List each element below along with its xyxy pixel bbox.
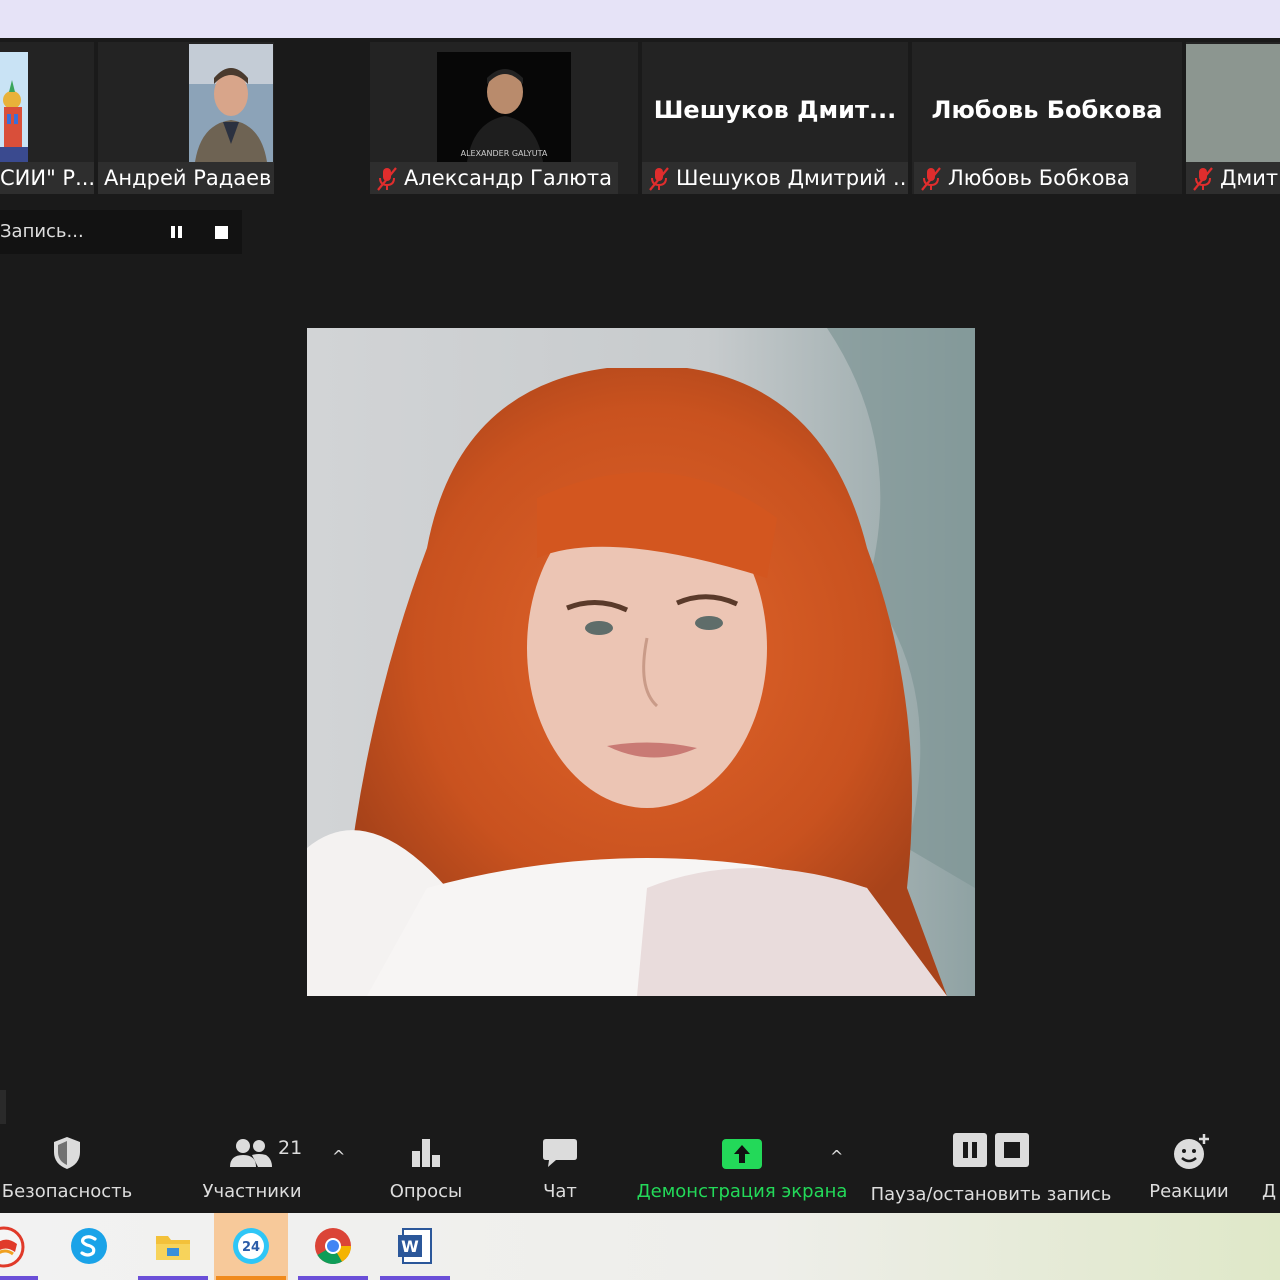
participant-video-dmitry [1186, 44, 1280, 162]
stop-recording-icon [995, 1133, 1029, 1167]
participant-name: Андрей Радаев [98, 162, 274, 194]
participant-tile-6[interactable]: Дмитр [1186, 42, 1280, 194]
bitrix-badge: 24 [242, 1240, 260, 1255]
participant-tile-1[interactable]: СИИ" Р... [0, 42, 94, 194]
pause-stop-recording-label: Пауза/остановить запись [870, 1184, 1112, 1205]
chat-icon [543, 1139, 577, 1167]
yandex-browser-icon [0, 1226, 25, 1268]
pause-recording-icon [953, 1133, 987, 1167]
participant-photo-alexander: ALEXANDER GALYUTA [437, 52, 571, 162]
muted-mic-icon [377, 167, 397, 191]
participant-big-name: Шешуков Дмит... [653, 96, 897, 124]
taskbar-indicator [138, 1276, 208, 1280]
participant-name: Александр Галюта [404, 166, 612, 190]
participant-name: СИИ" Р... [0, 162, 94, 194]
polls-icon [412, 1139, 440, 1167]
meeting-toolbar: Безопасность 21 Участники ^ Опросы Чат Д… [0, 1125, 1280, 1213]
taskbar-bitrix24[interactable]: 24 [214, 1213, 288, 1280]
participant-big-name: Любовь Бобкова [931, 96, 1163, 124]
muted-mic-icon [921, 167, 941, 191]
recording-indicator: Запись... [0, 210, 242, 254]
reactions-icon [1174, 1134, 1209, 1169]
participants-chevron-up-icon[interactable]: ^ [332, 1147, 345, 1166]
participant-name-bar: Шешуков Дмитрий ... [642, 162, 908, 194]
participant-tile-2[interactable]: Андрей Радаев [98, 42, 274, 194]
share-chevron-up-icon[interactable]: ^ [830, 1147, 843, 1166]
participants-label: Участники [202, 1181, 302, 1202]
pause-stop-recording-button[interactable]: Пауза/остановить запись [868, 1125, 1114, 1213]
bitrix24-icon: 24 [233, 1228, 269, 1264]
participants-button[interactable]: 21 Участники [196, 1125, 308, 1213]
participant-name: Шешуков Дмитрий ... [676, 166, 908, 190]
scroll-handle[interactable] [0, 1090, 6, 1124]
polls-button[interactable]: Опросы [380, 1125, 472, 1213]
share-screen-label: Демонстрация экрана [636, 1181, 848, 1202]
taskbar-chrome[interactable] [296, 1213, 370, 1280]
taskbar-skype[interactable] [52, 1213, 126, 1280]
reactions-label: Реакции [1149, 1181, 1229, 1202]
taskbar-yandex-browser[interactable] [0, 1213, 40, 1280]
participant-name-bar: Любовь Бобкова [914, 162, 1136, 194]
chat-label: Чат [543, 1181, 577, 1202]
security-label: Безопасность [1, 1181, 133, 1202]
participant-name: Дмитр [1220, 166, 1280, 190]
chrome-icon [315, 1228, 351, 1265]
security-button[interactable]: Безопасность [0, 1125, 134, 1213]
participant-tile-3[interactable]: ALEXANDER GALYUTA Александр Галюта [370, 42, 638, 194]
more-button[interactable]: Д [1262, 1125, 1280, 1213]
participant-tile-4[interactable]: Шешуков Дмит... Шешуков Дмитрий ... [642, 42, 908, 194]
share-screen-icon [722, 1139, 762, 1169]
participant-video-andrei [189, 44, 273, 162]
recording-label: Запись... [0, 221, 84, 242]
folder-icon [156, 1236, 190, 1260]
photo-caption: ALEXANDER GALYUTA [461, 149, 548, 158]
taskbar-indicator [216, 1276, 286, 1280]
share-screen-button[interactable]: Демонстрация экрана [636, 1125, 848, 1213]
participants-icon [230, 1139, 272, 1167]
taskbar-file-explorer[interactable] [136, 1213, 210, 1280]
gallery-strip: СИИ" Р... Андрей Радаев ALEXANDER GALYUT… [0, 38, 1280, 198]
windows-taskbar: 24 W [0, 1213, 1280, 1280]
taskbar-indicator [380, 1276, 450, 1280]
participant-name-bar: Дмитр [1186, 162, 1280, 194]
polls-label: Опросы [389, 1181, 463, 1202]
stop-recording-icon[interactable] [214, 225, 229, 240]
muted-mic-icon [1193, 167, 1213, 191]
muted-mic-icon [649, 167, 669, 191]
participant-tile-5[interactable]: Любовь Бобкова Любовь Бобкова [912, 42, 1182, 194]
taskbar-indicator [0, 1276, 38, 1280]
pause-recording-icon[interactable] [168, 224, 186, 240]
participants-count: 21 [278, 1137, 303, 1159]
more-label: Д [1262, 1181, 1277, 1202]
participant-name-bar: Александр Галюта [370, 162, 618, 194]
participant-avatar-cathedral [0, 52, 28, 162]
chat-button[interactable]: Чат [524, 1125, 596, 1213]
reactions-button[interactable]: Реакции [1142, 1125, 1236, 1213]
shield-icon [54, 1137, 80, 1169]
taskbar-word[interactable]: W [378, 1213, 452, 1280]
participant-name: Любовь Бобкова [948, 166, 1130, 190]
skype-icon [71, 1228, 107, 1264]
taskbar-indicator [298, 1276, 368, 1280]
word-glyph: W [401, 1237, 419, 1256]
word-icon: W [398, 1228, 432, 1264]
window-title-bar [0, 0, 1280, 38]
active-speaker-video [307, 328, 975, 996]
